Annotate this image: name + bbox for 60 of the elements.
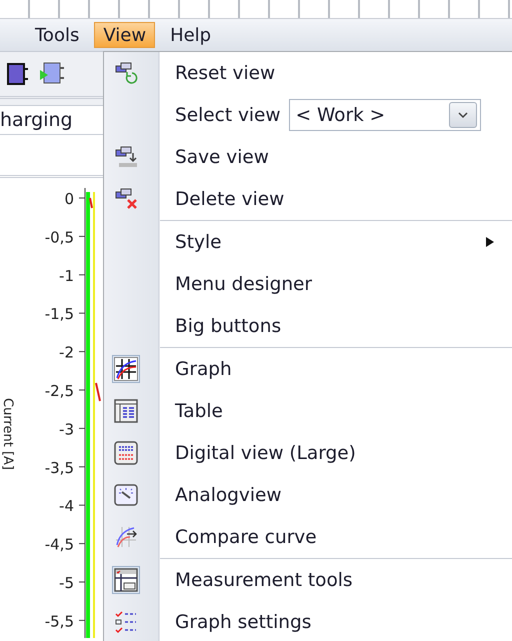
settings-list-icon xyxy=(114,610,138,634)
menu-item-label: Reset view xyxy=(175,62,276,84)
submenu-arrow-icon xyxy=(486,237,494,247)
menu-item-label: Select view xyxy=(175,104,281,126)
menu-item-label: Graph xyxy=(175,358,232,380)
menu-item[interactable]: Compare curve xyxy=(104,516,512,558)
save-icon xyxy=(113,145,139,169)
toolbar-icon[interactable] xyxy=(4,60,30,87)
menu-item[interactable]: Graph xyxy=(104,348,512,390)
tick-label: -1,5 xyxy=(44,305,74,324)
gauge-icon xyxy=(114,483,138,507)
menu-item-label: Table xyxy=(175,400,223,422)
tick-label: -2,5 xyxy=(44,382,74,400)
menu-item[interactable]: Delete view xyxy=(104,178,512,220)
tick-label: -2 xyxy=(59,344,74,362)
menu-item-label: Delete view xyxy=(175,188,284,210)
menu-item[interactable]: Select view < Work > xyxy=(104,94,512,136)
tick-label: -5,5 xyxy=(44,612,74,630)
digital-display-icon xyxy=(114,441,138,465)
menu-item[interactable]: Digital view (Large) xyxy=(104,432,512,474)
chevron-down-icon xyxy=(456,111,469,119)
menu-title[interactable]: Help xyxy=(161,22,220,48)
dropdown-button[interactable] xyxy=(448,102,477,128)
menu-title[interactable]: View xyxy=(94,22,156,48)
menu-item[interactable]: Table xyxy=(104,390,512,432)
menu-item-label: Save view xyxy=(175,146,269,168)
tick-label: -5 xyxy=(59,574,74,592)
menu-item[interactable]: Reset view xyxy=(104,52,512,94)
menu-item[interactable]: Measurement tools xyxy=(104,559,512,601)
menu-item-label: Big buttons xyxy=(175,316,282,336)
mode-field[interactable]: harging xyxy=(0,104,103,136)
menu-item-label: Menu designer xyxy=(175,274,312,294)
tick-label: -3,5 xyxy=(44,458,74,477)
menu-item-label: Analogview xyxy=(175,484,282,506)
delete-icon xyxy=(113,187,139,211)
tick-label: -1 xyxy=(59,266,74,285)
menu-item-label: Graph settings xyxy=(175,612,312,632)
tick-label: -4,5 xyxy=(44,536,74,554)
menu-item[interactable]: Analogview xyxy=(104,474,512,516)
axis-title: Current [A] xyxy=(0,398,15,470)
table-icon xyxy=(114,399,138,423)
tick-label: -0,5 xyxy=(44,228,74,246)
graph-icon xyxy=(114,357,138,381)
menu-item-label: Digital view (Large) xyxy=(175,442,356,464)
view-select[interactable]: < Work > xyxy=(288,99,481,131)
menu-item[interactable]: Style xyxy=(104,221,512,263)
menu-item-label: Measurement tools xyxy=(175,570,353,590)
menu-item[interactable]: Save view xyxy=(104,136,512,178)
tick-label: 0 xyxy=(64,190,74,208)
menu-item[interactable]: Graph settings xyxy=(104,601,512,641)
tick-label: -4 xyxy=(59,497,74,516)
menu-item[interactable]: Menu designer xyxy=(104,263,512,305)
menu-title[interactable]: Tools xyxy=(26,22,88,48)
tick-label: -3 xyxy=(59,420,74,438)
reset-icon xyxy=(113,61,139,85)
menu-item[interactable]: Big buttons xyxy=(104,305,512,347)
menu-item-label: Compare curve xyxy=(175,526,317,548)
compare-curve-icon xyxy=(114,525,138,549)
menu-item-label: Style xyxy=(175,232,222,252)
measurement-tools-icon xyxy=(114,568,138,592)
